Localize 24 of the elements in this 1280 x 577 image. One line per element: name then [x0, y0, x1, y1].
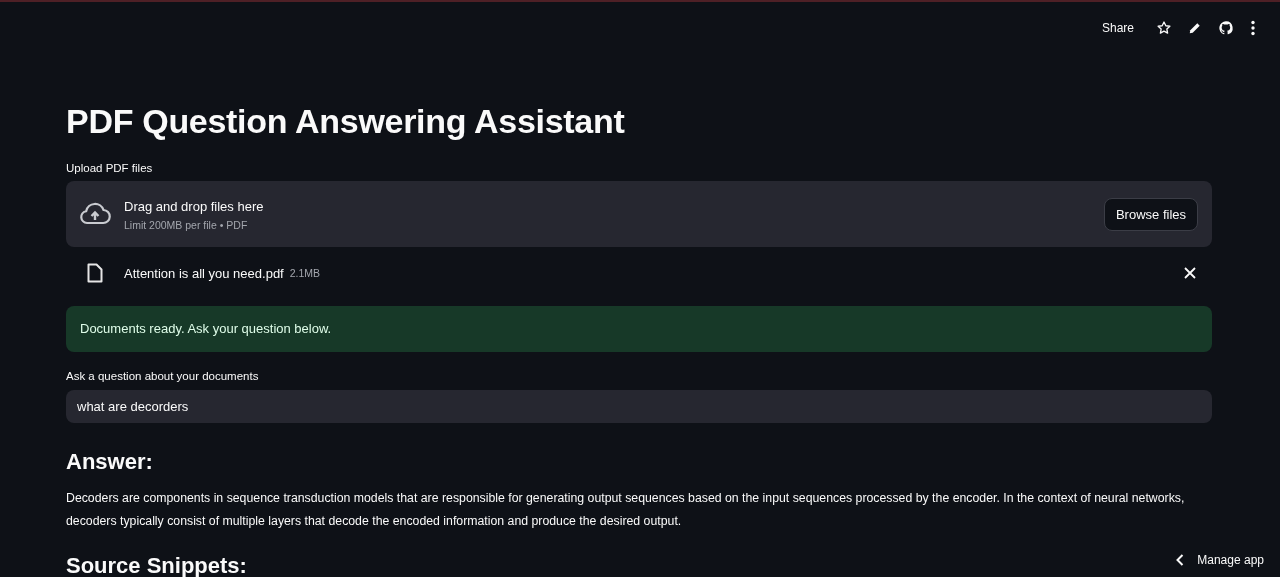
dropzone-hint: Limit 200MB per file • PDF: [124, 218, 249, 231]
field-label: Upload PDF files: [66, 161, 154, 176]
chevron-left-icon: [1176, 554, 1185, 566]
share-button[interactable]: Share: [1097, 19, 1138, 37]
success-alert: Documents ready. Ask your question below.: [66, 306, 1212, 352]
page-title: PDF Question Answering Assistant: [66, 101, 626, 142]
section-heading: Answer:: [66, 448, 153, 476]
browse-files-button[interactable]: Browse files: [1103, 197, 1198, 231]
file-name: Attention is all you need.pdf: [124, 265, 284, 281]
github-icon[interactable]: [1218, 20, 1234, 36]
section-heading: Source Snippets:: [66, 552, 247, 577]
dropzone-title: Drag and drop files here: [124, 197, 265, 216]
more-icon[interactable]: [1250, 20, 1256, 36]
question-input[interactable]: what are decorders: [66, 390, 1212, 423]
file-size: 2.1MB: [289, 267, 321, 279]
file-icon: [87, 263, 103, 283]
file-dropzone[interactable]: Drag and drop files here Limit 200MB per file • PDF Browse files: [66, 181, 1212, 247]
close-icon[interactable]: [1184, 267, 1196, 279]
edit-icon[interactable]: [1188, 21, 1202, 35]
answer-text: Decoders are components in sequence transduction models that are responsible for generating output sequences based on the input sequences processed by the encoder. In the context of neural networks, decoders typically consist of multiple layers that decode the encoded information and produce the desired output.: [66, 490, 1186, 530]
field-label: Ask a question about your documents: [66, 369, 260, 384]
manage-app-button[interactable]: Manage app: [1176, 551, 1264, 569]
cloud-upload-icon: [79, 202, 111, 226]
star-icon[interactable]: [1156, 20, 1172, 36]
